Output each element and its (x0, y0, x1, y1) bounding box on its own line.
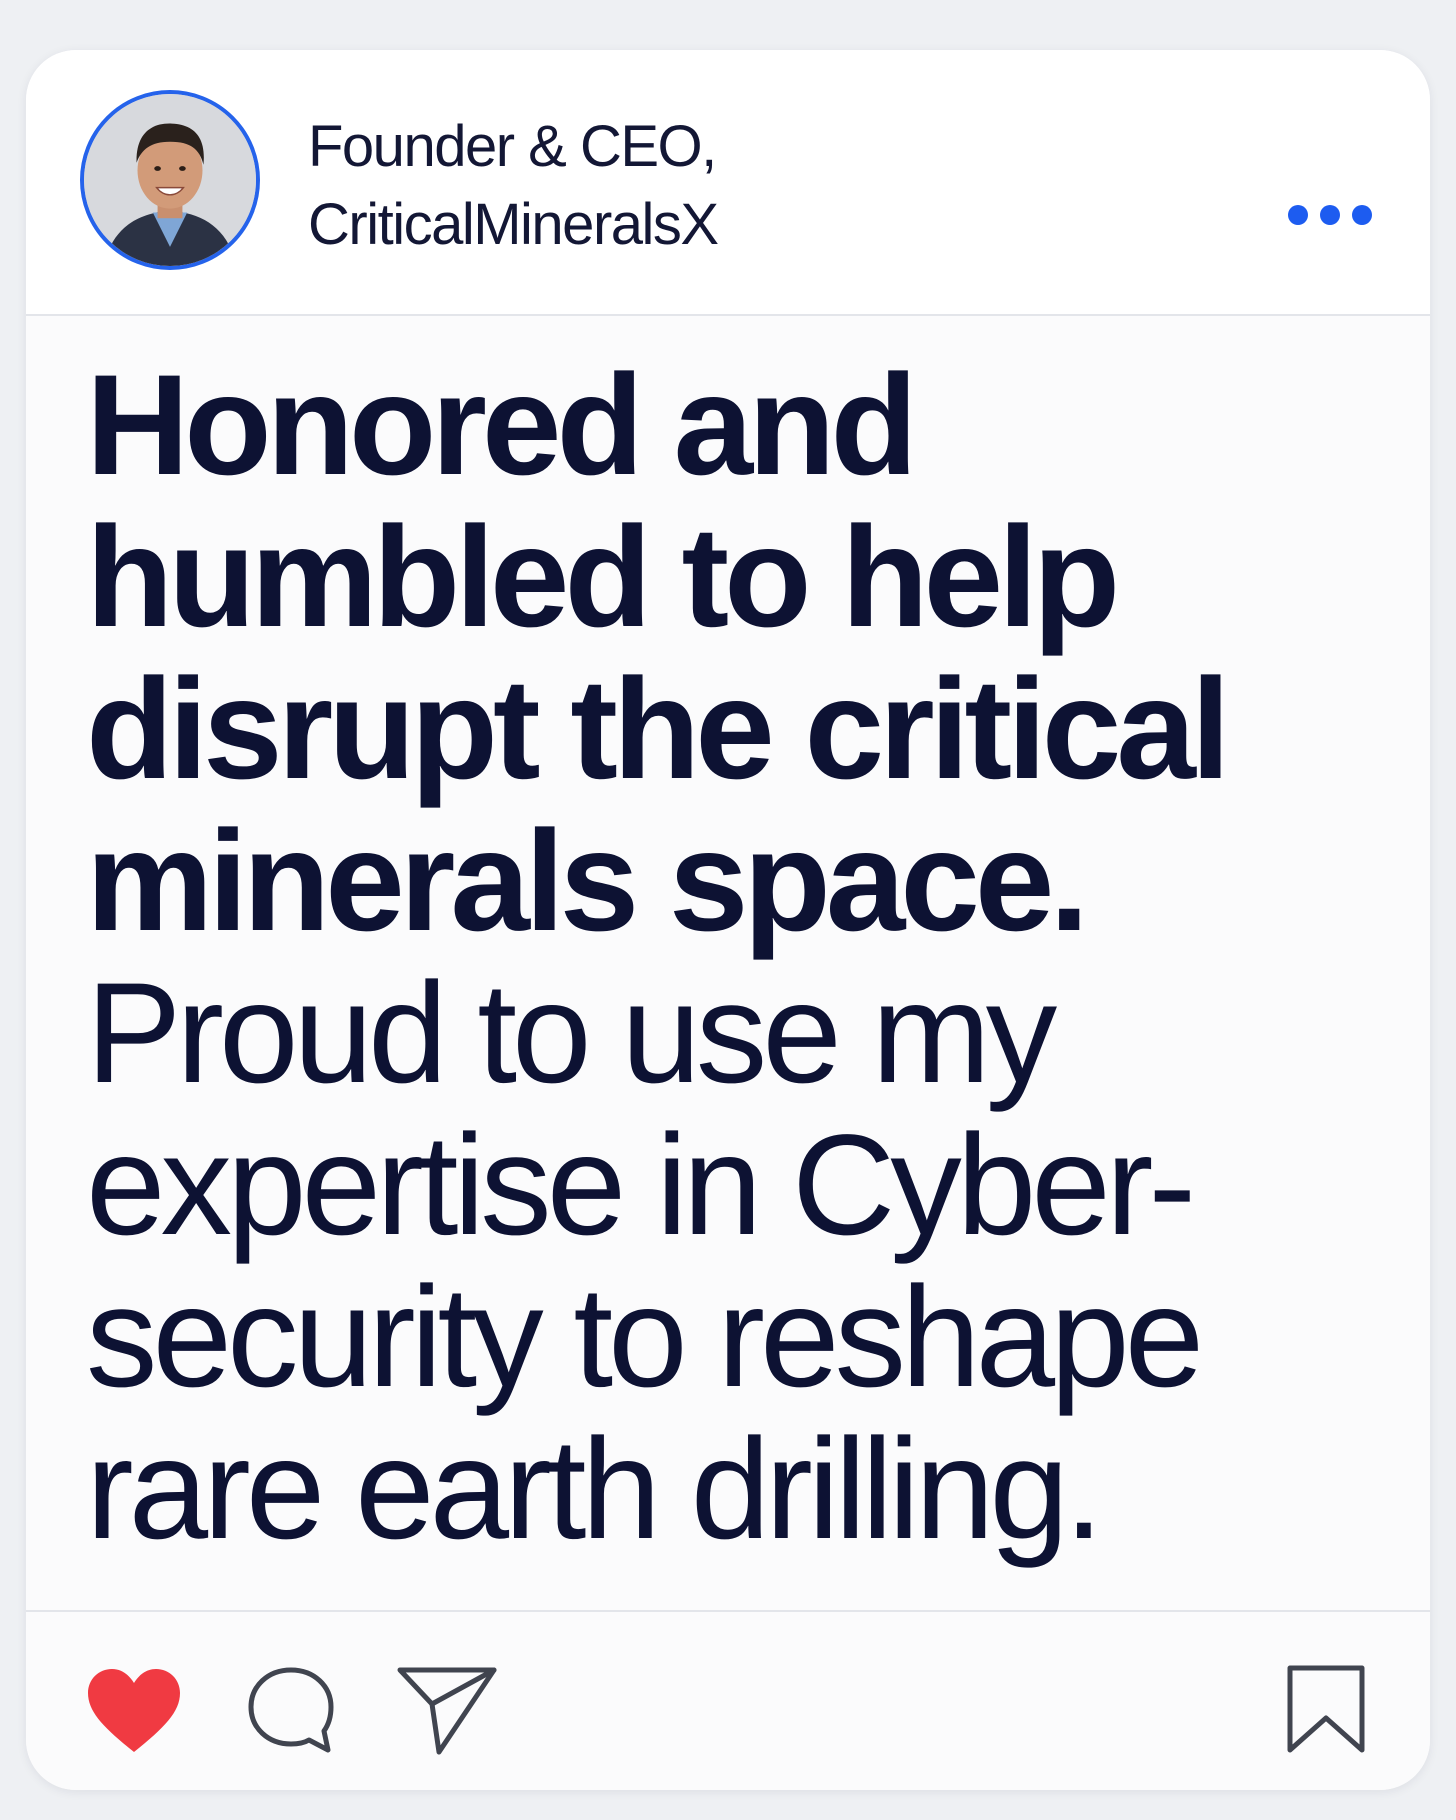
author-title-line-1: Founder & CEO, (308, 114, 717, 179)
author-company: CriticalMineralsX (308, 192, 719, 257)
post-text-line: security to reshape (86, 1258, 1204, 1417)
send-icon (397, 1667, 497, 1755)
post-text-line: Honored and (86, 346, 918, 505)
post-card: Founder & CEO, CriticalMineralsX Honored… (26, 50, 1430, 1790)
comment-button[interactable] (244, 1664, 338, 1758)
post-text-line: Proud to use my (86, 954, 1057, 1113)
post-text-line: rare earth drilling. (86, 1410, 1104, 1569)
heart-icon (88, 1669, 180, 1752)
post-text-line: expertise in Cyber- (86, 1106, 1196, 1265)
author-title[interactable]: Founder & CEO, CriticalMineralsX (308, 108, 1008, 264)
post-text-line: humbled to help (86, 498, 1120, 657)
post-text: Honored and humbled to help disrupt the … (86, 350, 1386, 1566)
save-button[interactable] (1284, 1662, 1368, 1758)
post-text-line: minerals space. (86, 802, 1089, 961)
post-actions-bar (26, 1610, 1430, 1790)
avatar-photo (84, 94, 256, 266)
more-dot-icon (1320, 205, 1340, 225)
share-button[interactable] (394, 1662, 500, 1758)
post-text-line: disrupt the critical (86, 650, 1231, 809)
comment-icon (248, 1667, 334, 1753)
more-dot-icon (1352, 205, 1372, 225)
more-options-button[interactable] (1288, 200, 1372, 230)
bookmark-icon (1287, 1665, 1365, 1753)
like-button[interactable] (84, 1666, 184, 1756)
more-dot-icon (1288, 205, 1308, 225)
author-avatar[interactable] (80, 90, 260, 270)
post-header: Founder & CEO, CriticalMineralsX (26, 50, 1430, 316)
